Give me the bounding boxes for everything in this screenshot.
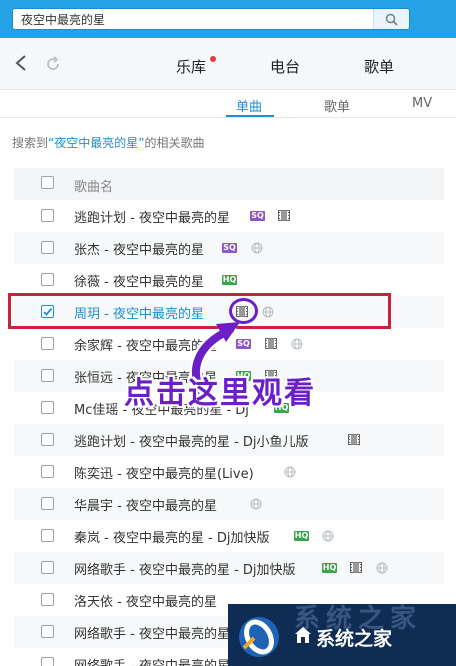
subtab-mv[interactable]: MV [412, 96, 432, 111]
song-checkbox[interactable] [41, 561, 54, 574]
song-title[interactable]: 秦岚 - 夜空中最亮的星 - Dj加快版 [74, 527, 270, 546]
watermark-logo-icon [239, 617, 279, 657]
search-icon [385, 13, 398, 26]
song-title[interactable]: 洛天依 - 夜空中最亮的星 [74, 591, 217, 610]
globe-icon[interactable] [250, 498, 262, 510]
song-checkbox[interactable] [41, 369, 54, 382]
search-box [12, 8, 410, 30]
song-checkbox[interactable] [41, 273, 54, 286]
select-all-checkbox[interactable] [41, 176, 54, 189]
song-checkbox[interactable] [41, 657, 54, 666]
song-checkbox[interactable] [41, 209, 54, 222]
song-title[interactable]: 徐薇 - 夜空中最亮的星 [74, 271, 204, 290]
song-checkbox[interactable] [41, 529, 54, 542]
song-checkbox[interactable] [41, 465, 54, 478]
song-checkbox[interactable] [41, 337, 54, 350]
column-song-name: 歌曲名 [74, 180, 114, 195]
result-suffix: 的相关歌曲 [144, 136, 205, 150]
watermark: 系统之家 系统之家 [228, 604, 456, 666]
active-tab-indicator [226, 115, 274, 117]
song-title[interactable]: 张杰 - 夜空中最亮的星 [74, 239, 204, 258]
hq-badge: HQ [322, 563, 337, 573]
watermark-brand: 系统之家 [316, 628, 393, 650]
song-checkbox[interactable] [41, 241, 54, 254]
mv-film-icon[interactable] [348, 434, 360, 445]
subtab-playlists[interactable]: 歌单 [324, 96, 350, 115]
nav-bar: 乐库 电台 歌单 [0, 38, 456, 90]
song-checkbox[interactable] [41, 401, 54, 414]
tab-library[interactable]: 乐库 [176, 56, 206, 77]
globe-icon[interactable] [284, 466, 296, 478]
result-tabs: 单曲 歌单 MV [0, 90, 456, 118]
song-title[interactable]: 逃跑计划 - 夜空中最亮的星 - Dj小鱼儿版 [74, 431, 309, 450]
mv-film-icon[interactable] [350, 562, 362, 573]
search-input[interactable] [13, 9, 373, 29]
new-dot-badge [210, 56, 216, 62]
song-title[interactable]: 华晨宇 - 夜空中最亮的星 [74, 495, 217, 514]
mv-film-icon[interactable] [278, 210, 290, 221]
refresh-icon[interactable] [44, 55, 62, 73]
annotation-text: 点击这里观看 [124, 376, 316, 411]
result-summary: 搜索到“夜空中最亮的星”的相关歌曲 [12, 134, 204, 151]
result-keyword[interactable]: “夜空中最亮的星” [48, 136, 144, 150]
subtab-songs[interactable]: 单曲 [236, 96, 262, 115]
hq-badge: HQ [294, 531, 309, 541]
sq-badge: SQ [222, 243, 237, 253]
back-arrow-icon[interactable] [14, 54, 28, 72]
sq-badge: SQ [250, 211, 265, 221]
song-checkbox[interactable] [41, 433, 54, 446]
globe-icon[interactable] [251, 242, 263, 254]
top-bar [0, 0, 456, 38]
song-title[interactable]: 网络歌手 - 夜空中最亮的星 - Dj加快版 [74, 559, 296, 578]
mv-film-icon[interactable] [265, 338, 277, 349]
watermark-house-icon [295, 627, 311, 643]
song-title[interactable]: 网络歌手 - 夜空中最亮的星 [74, 623, 230, 642]
globe-icon[interactable] [291, 338, 303, 350]
search-button[interactable] [373, 9, 409, 29]
song-title[interactable]: 陈奕迅 - 夜空中最亮的星(Live) [74, 463, 254, 482]
globe-icon[interactable] [322, 530, 334, 542]
tab-radio[interactable]: 电台 [270, 56, 300, 77]
song-checkbox[interactable] [41, 497, 54, 510]
globe-icon[interactable] [376, 562, 388, 574]
song-title[interactable]: 网络歌手 - 夜空中最亮的星 [74, 655, 230, 666]
hq-badge: HQ [222, 275, 237, 285]
song-checkbox[interactable] [41, 625, 54, 638]
tab-playlist[interactable]: 歌单 [364, 56, 394, 77]
song-checkbox[interactable] [41, 593, 54, 606]
result-prefix: 搜索到 [12, 136, 49, 150]
song-title[interactable]: 逃跑计划 - 夜空中最亮的星 [74, 207, 230, 226]
